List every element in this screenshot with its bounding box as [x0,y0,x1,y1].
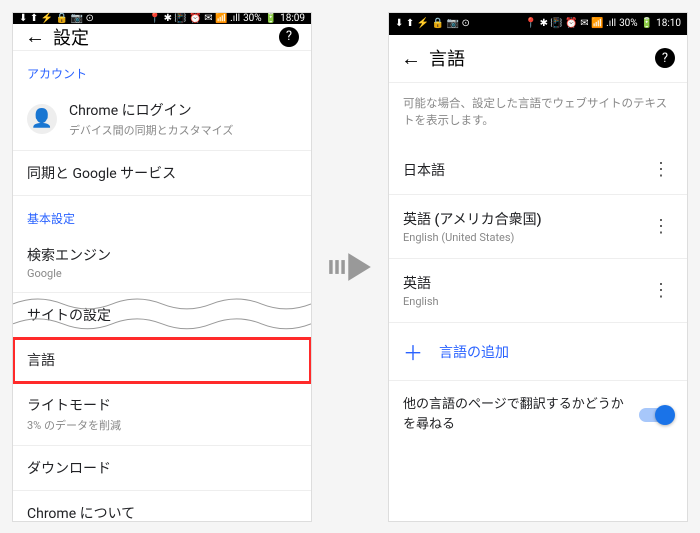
lite-mode-row[interactable]: ライトモード 3% のデータを削減 [13,383,311,446]
status-time: 18:09 [280,13,305,24]
page-title: 設定 [53,24,279,50]
help-icon[interactable]: ? [279,27,299,47]
avatar-icon: 👤 [27,104,57,134]
about-row[interactable]: Chrome について [13,491,311,522]
signin-title: Chrome にログイン [69,100,297,120]
language-screen: ⬇ ⬆ ⚡ 🔒 📷 ⊙ 📍 ✱ 📳 ⏰ ✉ 📶 .ıll 30% 🔋 18:10… [388,12,688,522]
status-time: 18:10 [656,18,681,29]
status-left-icons: ⬇ ⬆ ⚡ 🔒 📷 ⊙ [395,18,470,29]
section-basic: 基本設定 [13,196,311,233]
status-right-icons: 📍 ✱ 📳 ⏰ ✉ 📶 .ıll [525,18,616,29]
status-bar: ⬇ ⬆ ⚡ 🔒 📷 ⊙ 📍 ✱ 📳 ⏰ ✉ 📶 .ıll 30% 🔋 18:10 [389,13,687,35]
plus-icon: ＋ [403,337,423,366]
language-item-en-us[interactable]: 英語 (アメリカ合衆国) English (United States) ⋮ [389,195,687,259]
search-engine-row[interactable]: 検索エンジン Google [13,233,311,292]
downloads-row[interactable]: ダウンロード [13,446,311,491]
settings-screen: ⬇ ⬆ ⚡ 🔒 📷 ⊙ 📍 ✱ 📳 ⏰ ✉ 📶 .ıll 30% 🔋 18:09… [12,12,312,522]
status-battery: 30% [619,18,638,29]
language-row[interactable]: 言語 [13,338,311,383]
more-vert-icon[interactable]: ⋮ [648,280,673,301]
section-account: アカウント [13,51,311,88]
more-vert-icon[interactable]: ⋮ [648,159,673,180]
language-item-ja[interactable]: 日本語 ⋮ [389,145,687,195]
transition-arrow-icon [324,241,376,293]
translate-switch[interactable] [639,408,673,422]
app-bar: ← 設定 ? [13,24,311,51]
status-bar: ⬇ ⬆ ⚡ 🔒 📷 ⊙ 📍 ✱ 📳 ⏰ ✉ 📶 .ıll 30% 🔋 18:09 [13,13,311,24]
page-tear-decoration [13,292,311,293]
signin-row[interactable]: 👤 Chrome にログイン デバイス間の同期とカスタマイズ [13,88,311,151]
signin-sub: デバイス間の同期とカスタマイズ [69,122,297,138]
app-bar: ← 言語 ? [389,35,687,83]
back-arrow-icon[interactable]: ← [25,24,53,49]
help-icon[interactable]: ? [655,48,675,68]
status-battery: 30% [243,13,262,24]
status-left-icons: ⬇ ⬆ ⚡ 🔒 📷 ⊙ [19,13,94,24]
add-language-row[interactable]: ＋ 言語の追加 [389,323,687,381]
status-right-icons: 📍 ✱ 📳 ⏰ ✉ 📶 .ıll [149,13,240,24]
language-item-en[interactable]: 英語 English ⋮ [389,259,687,323]
back-arrow-icon[interactable]: ← [401,46,429,71]
more-vert-icon[interactable]: ⋮ [648,216,673,237]
sync-row[interactable]: 同期と Google サービス [13,151,311,196]
translate-toggle-row[interactable]: 他の言語のページで翻訳するかどうかを尋ねる [389,381,687,448]
page-title: 言語 [429,45,655,71]
language-description: 可能な場合、設定した言語でウェブサイトのテキストを表示します。 [389,83,687,146]
